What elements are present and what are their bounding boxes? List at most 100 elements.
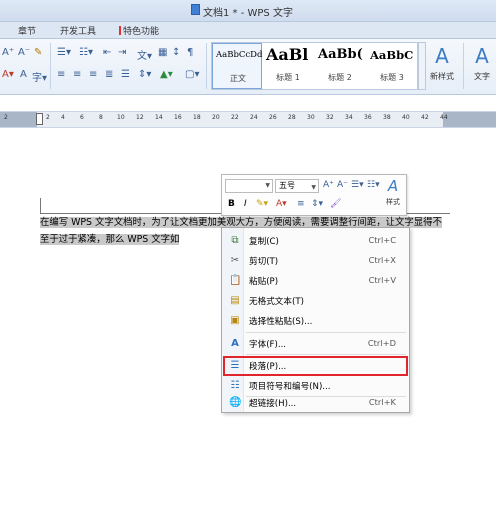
highlight-icon[interactable]: ✎▾ (256, 199, 268, 209)
menu-item-shortcut: Ctrl+V (368, 275, 396, 285)
char-spacing-icon[interactable]: 文▾ (137, 47, 152, 62)
bullets-icon: ☷ (230, 380, 240, 391)
style-heading-3-sample: AaBbC (370, 48, 414, 62)
tab-special-features[interactable]: 特色功能 (119, 24, 159, 37)
mini-toolbar: ▼ 五号 ▼ A⁺ A⁻ ☰▾ ☷▾ B I ✎▾ A▾ ≡ ⇕▾ 🖌 A 样式 (221, 174, 407, 216)
ruler-tick: 4 (61, 114, 65, 121)
document-icon (191, 4, 200, 15)
menu-item-paragraph[interactable]: ☰ 段落(P)... (223, 356, 408, 376)
style-heading-1[interactable]: AaBl 标题 1 (263, 43, 313, 89)
ruler-tick: 26 (269, 114, 277, 121)
text-effect-icon[interactable]: A▾ (2, 69, 14, 80)
ruler-tick: 6 (80, 114, 84, 121)
menu-item-paste-special[interactable]: ▣ 选择性粘贴(S)... (223, 311, 408, 331)
decrease-indent-icon[interactable]: ⇤ (103, 47, 111, 58)
chevron-down-icon: ▼ (311, 184, 316, 191)
menu-item-font[interactable]: A 字体(F)... Ctrl+D (223, 334, 408, 354)
style-normal-sample: AaBbCcDd (216, 50, 263, 60)
chevron-down-icon: ▼ (265, 182, 270, 189)
numbering-icon[interactable]: ☷▾ (367, 180, 380, 190)
font-color-icon[interactable]: A▾ (276, 199, 287, 209)
bold-icon[interactable]: B (228, 199, 235, 209)
ruler-tick: 24 (250, 114, 258, 121)
borders-icon[interactable]: ▢▾ (185, 69, 199, 80)
indent-marker-icon[interactable] (36, 113, 43, 125)
show-marks-icon[interactable]: ¶ (187, 47, 193, 58)
clear-format-icon[interactable]: ✎ (34, 47, 42, 58)
font-size-value: 五号 (279, 181, 295, 190)
numbering-icon[interactable]: ☷▾ (79, 47, 93, 58)
ruler-tick: 8 (99, 114, 103, 121)
styles-gallery: AaBbCcDd 正文 AaBl 标题 1 AaBb( 标题 2 AaBbC 标… (211, 42, 418, 90)
ruler-tick: 18 (193, 114, 201, 121)
align-center-icon[interactable]: ≡ (297, 199, 305, 209)
font-grow-icon[interactable]: A⁺ (2, 47, 14, 58)
font-shrink-icon[interactable]: A⁻ (18, 47, 30, 58)
ruler-tick: 2 (4, 114, 8, 121)
menu-item-shortcut: Ctrl+D (367, 338, 396, 348)
new-style-icon: A (435, 44, 449, 68)
ribbon: A⁺ A⁻ ✎ A▾ A 字▾ ☰▾ ☷▾ ⇤ ⇥ 文▾ ▦ ↕ ¶ ≡ ≡ ≡… (0, 39, 496, 95)
mini-style-label: 样式 (386, 198, 400, 206)
style-heading-1-name: 标题 1 (276, 73, 300, 82)
increase-indent-icon[interactable]: ⇥ (118, 47, 126, 58)
ruler-tick: 38 (383, 114, 391, 121)
style-normal[interactable]: AaBbCcDd 正文 (212, 43, 262, 89)
ribbon-tabs: 章节 开发工具 特色功能 (0, 22, 496, 39)
new-style-label: 新样式 (430, 72, 454, 81)
line-spacing-icon[interactable]: ⇕▾ (138, 69, 151, 80)
distributed-icon[interactable]: ☰ (121, 69, 130, 80)
bullets-icon[interactable]: ☰▾ (351, 180, 364, 190)
mini-style-button[interactable]: A 样式 (380, 177, 406, 215)
menu-item-paste[interactable]: 📋 粘贴(P) Ctrl+V (223, 271, 408, 291)
ribbon-divider (50, 43, 51, 89)
menu-item-label: 复制(C) (249, 237, 279, 247)
shading-icon[interactable]: ▲▾ (160, 69, 173, 80)
menu-item-label: 剪切(T) (249, 257, 279, 267)
menu-item-label: 字体(F)... (249, 340, 287, 350)
font-name-select[interactable]: ▼ (225, 179, 273, 193)
menu-item-shortcut: Ctrl+X (368, 255, 396, 265)
menu-item-shortcut: Ctrl+K (368, 397, 396, 407)
menu-separator (246, 354, 406, 355)
ribbon-divider (206, 43, 207, 89)
font-icon: A (231, 338, 239, 349)
font-shrink-icon[interactable]: A⁻ (337, 180, 348, 190)
char-border-icon[interactable]: 字▾ (32, 69, 47, 84)
style-heading-2[interactable]: AaBb( 标题 2 (315, 43, 365, 89)
new-style-button[interactable]: A 新样式 (423, 42, 461, 90)
table-icon[interactable]: ▦ (158, 47, 167, 58)
scissors-icon: ✂ (230, 255, 240, 266)
tab-marker-icon (119, 26, 121, 35)
menu-item-paste-plain[interactable]: ▤ 无格式文本(T) (223, 291, 408, 311)
menu-item-label: 无格式文本(T) (249, 297, 304, 307)
format-painter-icon[interactable]: 🖌 (330, 199, 341, 209)
tab-chapter[interactable]: 章节 (18, 24, 36, 37)
paste-plain-icon: ▤ (230, 295, 240, 306)
align-right-icon[interactable]: ≡ (89, 69, 97, 80)
ruler-tick: 10 (117, 114, 125, 121)
align-center-icon[interactable]: ≡ (73, 69, 81, 80)
font-grow-icon[interactable]: A⁺ (323, 180, 334, 190)
ruler-tick: 42 (421, 114, 429, 121)
ruler-tick: 32 (326, 114, 334, 121)
style-heading-2-name: 标题 2 (328, 73, 352, 82)
menu-item-copy[interactable]: ⧉ 复制(C) Ctrl+C (223, 231, 408, 251)
text-tools-label: 文字 (474, 72, 490, 81)
justify-icon[interactable]: ≣ (105, 69, 113, 80)
italic-icon[interactable]: I (244, 199, 247, 209)
tab-developer-tools[interactable]: 开发工具 (60, 24, 96, 37)
text-tools-button[interactable]: A 文字 (468, 42, 496, 90)
font-size-select[interactable]: 五号 ▼ (275, 179, 319, 193)
align-left-icon[interactable]: ≡ (57, 69, 65, 80)
paste-special-icon: ▣ (230, 315, 240, 326)
horizontal-ruler[interactable]: 2 2 4 6 8 10 12 14 16 18 20 22 24 26 28 … (0, 111, 496, 128)
bullets-icon[interactable]: ☰▾ (57, 47, 71, 58)
style-heading-3[interactable]: AaBbC 标题 3 (367, 43, 417, 89)
margin-corner-mark (40, 198, 41, 213)
highlight-icon[interactable]: A (20, 69, 27, 80)
menu-item-cut[interactable]: ✂ 剪切(T) Ctrl+X (223, 251, 408, 271)
line-spacing-icon[interactable]: ⇕▾ (311, 199, 323, 209)
sort-icon[interactable]: ↕ (172, 47, 180, 58)
menu-item-hyperlink[interactable]: 🌐 超链接(H)... Ctrl+K (223, 393, 408, 413)
